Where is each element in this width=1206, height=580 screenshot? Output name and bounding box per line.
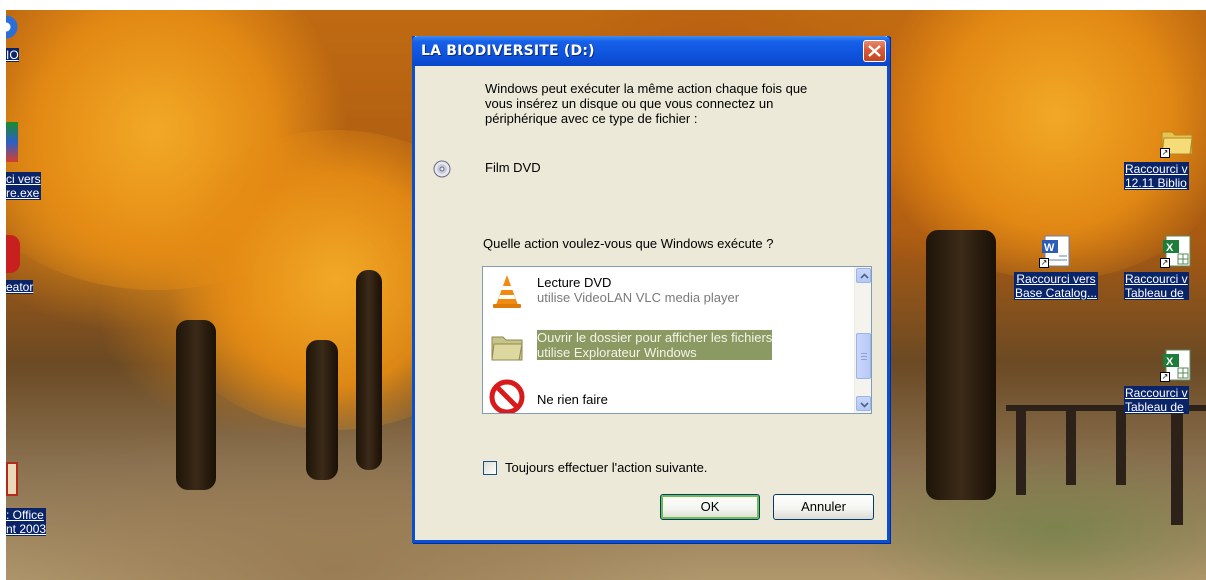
tree-trunk <box>306 340 338 480</box>
svg-text:X: X <box>1166 242 1174 254</box>
desktop-icon-office[interactable]: : Office nt 2003 <box>6 462 47 538</box>
media-type-label: Film DVD <box>485 160 541 175</box>
desktop-icon-label: Raccourci v <box>1125 272 1188 286</box>
desktop-icon-creator[interactable]: eator <box>6 235 34 296</box>
fence <box>1066 405 1076 485</box>
cancel-button[interactable]: Annuler <box>773 494 874 520</box>
action-title: Lecture DVD <box>537 275 612 290</box>
action-list[interactable]: Lecture DVD utilise VideoLAN VLC media p… <box>482 266 872 414</box>
word-doc-icon: W ↗ <box>1039 234 1073 268</box>
desktop-icon-label: Raccourci v <box>1125 386 1188 400</box>
fence <box>1116 405 1126 485</box>
red-app-icon <box>6 235 20 273</box>
always-do-label[interactable]: Toujours effectuer l'action suivante. <box>505 460 707 475</box>
shortcut-arrow-icon: ↗ <box>1160 372 1170 382</box>
action-title: Ne rien faire <box>537 392 608 407</box>
desktop-icon-excel-shortcut-2[interactable]: X ↗ Raccourci v Tableau de <box>1124 348 1206 416</box>
tree-trunk <box>926 230 996 500</box>
desktop-icon-label: 12.11 Biblio <box>1125 176 1187 190</box>
shortcut-arrow-icon: ↗ <box>1039 258 1049 268</box>
svg-text:X: X <box>1166 356 1174 368</box>
fence <box>1016 405 1026 495</box>
desktop-icon-label: Tableau de <box>1125 286 1184 300</box>
ie-icon <box>6 10 18 44</box>
tree-trunk <box>356 270 382 470</box>
action-item-do-nothing[interactable]: Ne rien faire <box>483 377 853 413</box>
desktop-icon-label: re.exe <box>6 186 40 200</box>
desktop-icon-label: Tableau de <box>1125 400 1184 414</box>
tree-trunk <box>176 320 216 490</box>
no-entry-icon <box>489 379 525 413</box>
excel-doc-icon: X ↗ <box>1160 234 1194 268</box>
scroll-up-button[interactable] <box>856 268 871 283</box>
desktop-icon-label: Base Catalog... <box>1014 286 1098 300</box>
desktop-icon-label: nt 2003 <box>6 522 47 536</box>
scroll-down-button[interactable] <box>856 396 871 411</box>
chevron-down-icon <box>860 402 869 408</box>
action-title: Ouvrir le dossier pour afficher les fich… <box>537 330 773 345</box>
excel-doc-icon: X ↗ <box>1160 348 1194 382</box>
desktop-icon-label: IO <box>6 48 19 62</box>
dvd-disc-icon <box>433 160 451 178</box>
desktop-icon-label: : Office <box>6 508 44 522</box>
action-question: Quelle action voulez-vous que Windows ex… <box>483 236 774 251</box>
desktop-icon-exe[interactable]: ci vers re.exe <box>6 122 41 202</box>
intro-line: vous insérez un disque ou que vous conne… <box>485 96 774 111</box>
shortcut-arrow-icon: ↗ <box>1160 258 1170 268</box>
chevron-up-icon <box>860 273 869 279</box>
desktop-icon-ie[interactable]: IO <box>6 10 19 64</box>
action-subtitle: utilise Explorateur Windows <box>537 345 697 360</box>
folder-icon <box>489 329 525 365</box>
action-subtitle: utilise VideoLAN VLC media player <box>537 290 740 305</box>
shortcut-arrow-icon: ↗ <box>1160 148 1170 158</box>
desktop-icon-label: Raccourci v <box>1125 162 1188 176</box>
desktop-icon-label: ci vers <box>6 172 41 186</box>
close-button[interactable] <box>863 40 886 62</box>
action-item-open-folder[interactable]: Ouvrir le dossier pour afficher les fich… <box>483 323 853 369</box>
intro-line: Windows peut exécuter la même action cha… <box>485 81 808 96</box>
scroll-thumb[interactable] <box>856 333 871 379</box>
intro-text: Windows peut exécuter la même action cha… <box>485 81 875 126</box>
desktop-icon-label: Raccourci vers <box>1016 272 1096 286</box>
close-icon <box>868 45 881 57</box>
intro-line: périphérique avec ce type de fichier : <box>485 111 698 126</box>
desktop-icon-label: eator <box>6 280 34 294</box>
always-do-checkbox[interactable] <box>483 461 497 475</box>
action-list-scrollbar[interactable] <box>854 267 871 413</box>
action-item-play-dvd[interactable]: Lecture DVD utilise VideoLAN VLC media p… <box>483 269 853 315</box>
video-file-icon <box>6 122 18 162</box>
svg-text:W: W <box>1044 242 1055 254</box>
dialog-titlebar[interactable]: LA BIODIVERSITE (D:) <box>412 36 890 66</box>
folder-icon: ↗ <box>1160 124 1194 158</box>
office-doc-icon <box>6 462 18 496</box>
desktop-icon-word-shortcut[interactable]: W ↗ Raccourci vers Base Catalog... <box>1010 234 1102 302</box>
desktop-icon-excel-shortcut-1[interactable]: X ↗ Raccourci v Tableau de <box>1124 234 1206 302</box>
ok-button[interactable]: OK <box>660 494 760 520</box>
fence <box>1171 405 1183 525</box>
vlc-cone-icon <box>489 273 525 309</box>
autoplay-dialog: LA BIODIVERSITE (D:) Windows peut exécut… <box>412 36 890 543</box>
dialog-body: Windows peut exécuter la même action cha… <box>415 66 887 540</box>
dialog-title: LA BIODIVERSITE (D:) <box>421 43 595 59</box>
desktop-icon-folder-shortcut[interactable]: ↗ Raccourci v 12.11 Biblio <box>1124 124 1206 192</box>
